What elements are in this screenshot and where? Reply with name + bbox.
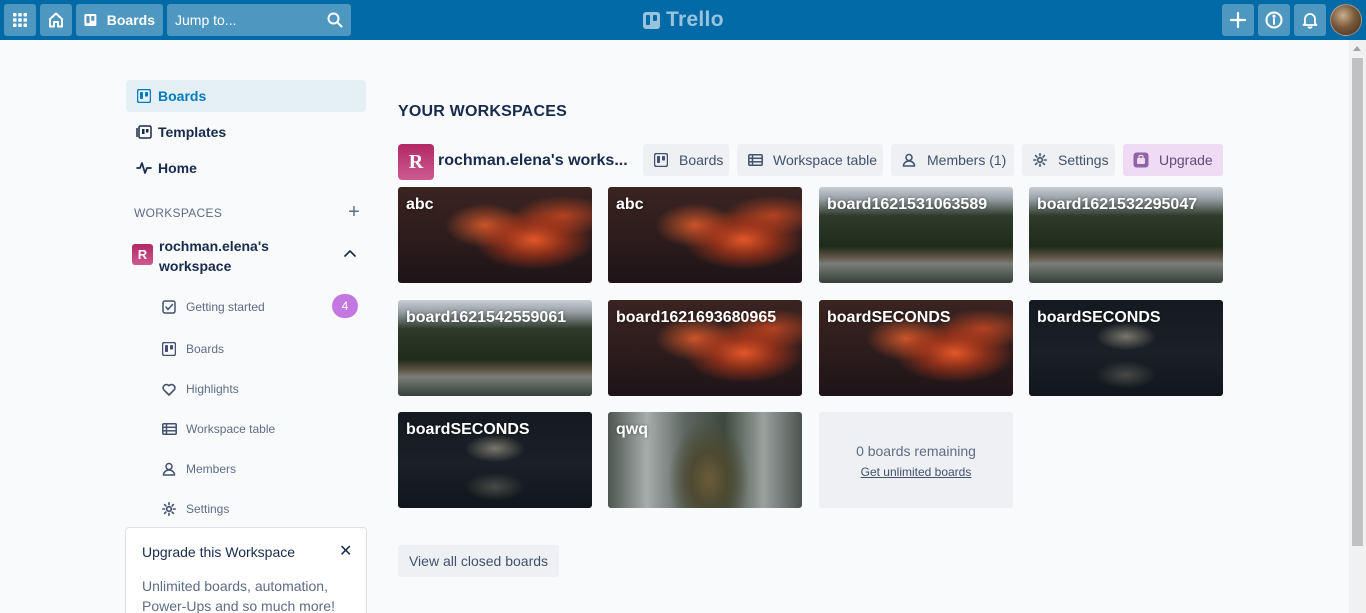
board-title: board1621693680965	[616, 309, 777, 326]
scroll-up-arrow-icon[interactable]	[1353, 46, 1361, 51]
tab-settings[interactable]: Settings	[1022, 144, 1115, 176]
chevron-up-icon[interactable]	[342, 246, 358, 262]
search-icon	[319, 12, 351, 28]
close-icon[interactable]: ✕	[339, 541, 352, 561]
upgrade-card-title: Upgrade this Workspace	[142, 544, 296, 560]
template-icon	[136, 124, 152, 140]
sidebar-item-getting-started[interactable]: Getting started	[160, 295, 265, 319]
heart-icon	[160, 380, 178, 398]
members-icon	[901, 152, 917, 168]
notification-bell-icon[interactable]	[1294, 4, 1326, 36]
getting-started-count-badge: 4	[332, 294, 358, 318]
gear-icon	[160, 500, 178, 518]
board-title: boardSECONDS	[1037, 309, 1161, 326]
workspace-initial-badge: R	[132, 244, 153, 265]
checkbox-icon	[160, 298, 178, 316]
board-tile[interactable]: qwq	[608, 412, 802, 508]
upgrade-icon	[1133, 152, 1149, 168]
sidebar-item-label: Boards	[158, 88, 207, 104]
sidebar-item-members[interactable]: Members	[160, 457, 236, 481]
search-input[interactable]: Jump to...	[167, 4, 351, 36]
board-tile[interactable]: abc	[608, 187, 802, 283]
sidebar-item-label: Members	[186, 462, 237, 476]
activity-icon	[136, 160, 152, 176]
sidebar-item-highlights[interactable]: Highlights	[160, 377, 239, 401]
sidebar-item-home[interactable]: Home	[126, 152, 366, 184]
board-title: qwq	[616, 421, 648, 438]
board-tile[interactable]: boardSECONDS	[1029, 300, 1223, 396]
tab-label: Boards	[679, 152, 724, 168]
top-header: Boards Jump to... Trello	[0, 0, 1366, 40]
search-placeholder: Jump to...	[175, 12, 237, 28]
table-icon	[160, 420, 178, 438]
sidebar-item-workspace-table[interactable]: Workspace table	[160, 417, 275, 441]
members-icon	[160, 460, 178, 478]
sidebar-workspace-toggle[interactable]: R rochman.elena's workspace	[132, 236, 366, 276]
board-icon	[653, 152, 669, 168]
user-avatar[interactable]	[1330, 4, 1362, 36]
logo-text: Trello	[666, 8, 724, 31]
board-icon	[84, 14, 97, 26]
add-workspace-plus-icon[interactable]: +	[346, 202, 362, 222]
sidebar-item-label: Home	[158, 160, 197, 176]
board-title: abc	[616, 196, 644, 213]
boards-button[interactable]: Boards	[76, 4, 163, 36]
apps-grid-icon[interactable]	[4, 4, 36, 36]
sidebar-item-label: Boards	[186, 342, 225, 356]
create-plus-icon[interactable]	[1222, 4, 1254, 36]
boards-remaining-tile: 0 boards remaining Get unlimited boards	[819, 412, 1013, 508]
table-icon	[747, 152, 763, 168]
board-tile[interactable]: board1621542559061	[398, 300, 592, 396]
sidebar-item-boards[interactable]: Boards	[126, 80, 366, 112]
tab-members[interactable]: Members (1)	[891, 144, 1014, 176]
board-icon	[160, 340, 178, 358]
sidebar-item-ws-boards[interactable]: Boards	[160, 337, 224, 361]
scrollbar-thumb[interactable]	[1352, 58, 1363, 546]
page-title: YOUR WORKSPACES	[398, 103, 567, 120]
board-title: boardSECONDS	[406, 421, 530, 438]
home-icon[interactable]	[40, 4, 72, 36]
sidebar-item-label: Settings	[186, 502, 230, 516]
board-title: abc	[406, 196, 434, 213]
board-title: board1621542559061	[406, 309, 567, 326]
board-tile[interactable]: boardSECONDS	[819, 300, 1013, 396]
info-icon[interactable]	[1258, 4, 1290, 36]
sidebar-item-settings[interactable]: Settings	[160, 497, 229, 521]
page-scrollbar[interactable]	[1349, 40, 1366, 613]
trello-logo-icon	[643, 11, 660, 29]
sidebar-item-label: Getting started	[186, 300, 265, 314]
board-tile[interactable]: board1621532295047	[1029, 187, 1223, 283]
workspace-title: rochman.elena's works...	[438, 152, 628, 169]
board-icon	[136, 88, 152, 104]
view-closed-boards-button[interactable]: View all closed boards	[398, 545, 559, 577]
sidebar-item-label: Highlights	[186, 382, 239, 396]
workspace-initial-badge: R	[398, 144, 434, 180]
tab-label: Upgrade	[1159, 152, 1213, 168]
boards-button-label: Boards	[106, 12, 155, 28]
boards-remaining-count: 0 boards remaining	[856, 443, 976, 459]
workspaces-heading: WORKSPACES	[134, 206, 223, 220]
board-tile[interactable]: board1621693680965	[608, 300, 802, 396]
tab-label: Members (1)	[927, 152, 1007, 168]
tab-label: Settings	[1058, 152, 1109, 168]
workspace-name: rochman.elena's workspace	[159, 238, 269, 274]
tab-workspace-table[interactable]: Workspace table	[737, 144, 883, 176]
sidebar-item-label: Workspace table	[186, 422, 276, 436]
board-title: boardSECONDS	[827, 309, 951, 326]
sidebar-item-templates[interactable]: Templates	[126, 116, 366, 148]
board-title: board1621531063589	[827, 196, 988, 213]
gear-icon	[1032, 152, 1048, 168]
get-unlimited-boards-link[interactable]: Get unlimited boards	[819, 465, 1013, 479]
sidebar-item-label: Templates	[158, 124, 227, 140]
board-title: board1621532295047	[1037, 196, 1198, 213]
upgrade-card-description: Unlimited boards, automation, Power-Ups …	[142, 578, 335, 613]
board-tile[interactable]: board1621531063589	[819, 187, 1013, 283]
upgrade-workspace-card: Upgrade this Workspace Unlimited boards,…	[125, 527, 367, 613]
tab-upgrade[interactable]: Upgrade	[1123, 144, 1223, 176]
board-tile[interactable]: boardSECONDS	[398, 412, 592, 508]
tab-boards[interactable]: Boards	[643, 144, 729, 176]
board-tile[interactable]: abc	[398, 187, 592, 283]
tab-label: Workspace table	[773, 152, 878, 168]
trello-logo[interactable]: Trello	[643, 6, 724, 34]
